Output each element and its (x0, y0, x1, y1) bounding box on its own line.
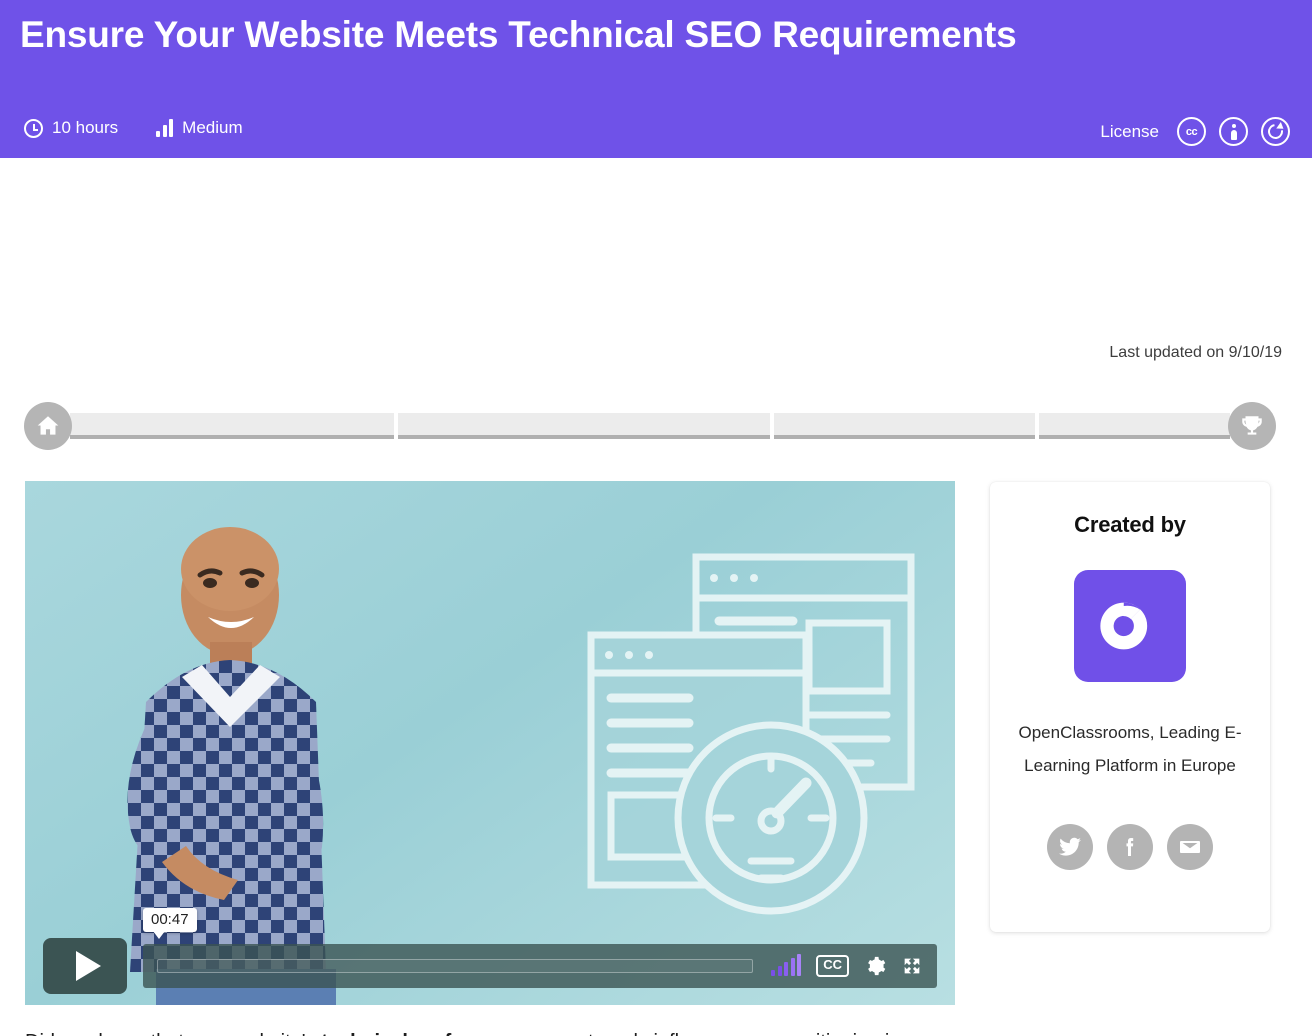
facebook-icon[interactable] (1107, 824, 1153, 870)
trophy-icon[interactable] (1228, 402, 1276, 450)
instructor-photo (127, 527, 336, 1005)
play-button[interactable] (43, 938, 127, 994)
intro-paragraph-1: Did you know that your website's technic… (25, 1026, 960, 1036)
progress-segments (70, 413, 1230, 439)
license-label: License (1100, 121, 1159, 141)
video-controls[interactable]: 00:47 CC (25, 908, 955, 1005)
created-by-heading: Created by (1074, 512, 1186, 537)
course-duration-label: 10 hours (52, 118, 119, 137)
course-duration: 10 hours (24, 118, 118, 138)
course-progress-bar[interactable] (24, 402, 1276, 450)
cc-by-icon[interactable] (1219, 117, 1248, 146)
social-share-group[interactable] (990, 824, 1270, 870)
cc-button[interactable]: CC (816, 955, 849, 977)
course-meta: 10 hours Medium (24, 118, 243, 138)
created-by-card: Created by OpenClassrooms, Leading E-Lea… (990, 482, 1270, 932)
intro-p1-bold: technical performance (321, 1031, 534, 1036)
seo-illustration (587, 553, 915, 915)
last-updated-label: Last updated on 9/10/19 (1109, 344, 1282, 361)
cc-sa-icon[interactable] (1261, 117, 1290, 146)
progress-segment[interactable] (398, 413, 771, 439)
cc-icon[interactable]: cc (1177, 117, 1206, 146)
course-intro-video[interactable]: 00:47 CC (25, 481, 955, 1005)
play-icon (75, 951, 101, 981)
progress-segment[interactable] (1038, 413, 1230, 439)
page-title: Ensure Your Website Meets Technical SEO … (20, 14, 1017, 55)
course-intro-text: Did you know that your website's technic… (25, 1026, 960, 1036)
course-level-label: Medium (182, 118, 243, 137)
video-control-actions[interactable]: CC (771, 954, 923, 977)
progress-segment[interactable] (70, 413, 395, 439)
course-header: Ensure Your Website Meets Technical SEO … (0, 0, 1312, 158)
fullscreen-icon[interactable] (901, 955, 923, 977)
email-icon[interactable] (1167, 824, 1213, 870)
progress-segment[interactable] (774, 413, 1035, 439)
openclassrooms-logo[interactable] (1074, 570, 1186, 682)
signal-bars-icon[interactable] (771, 954, 802, 976)
gear-icon[interactable] (864, 955, 886, 977)
course-level: Medium (156, 118, 243, 138)
intro-p1-part1: Did you know that your website's (25, 1031, 321, 1036)
license-group[interactable]: License cc (1100, 117, 1290, 146)
openclassrooms-mark (1100, 602, 1148, 650)
video-seek-slider[interactable] (157, 959, 754, 973)
clock-icon (24, 118, 43, 138)
video-time-tooltip: 00:47 (143, 908, 197, 939)
home-icon[interactable] (24, 402, 72, 450)
difficulty-bars-icon (156, 119, 174, 137)
video-control-bar[interactable]: 00:47 CC (143, 908, 937, 988)
author-description: OpenClassrooms, Leading E-Learning Platf… (1018, 723, 1242, 775)
twitter-icon[interactable] (1047, 824, 1093, 870)
